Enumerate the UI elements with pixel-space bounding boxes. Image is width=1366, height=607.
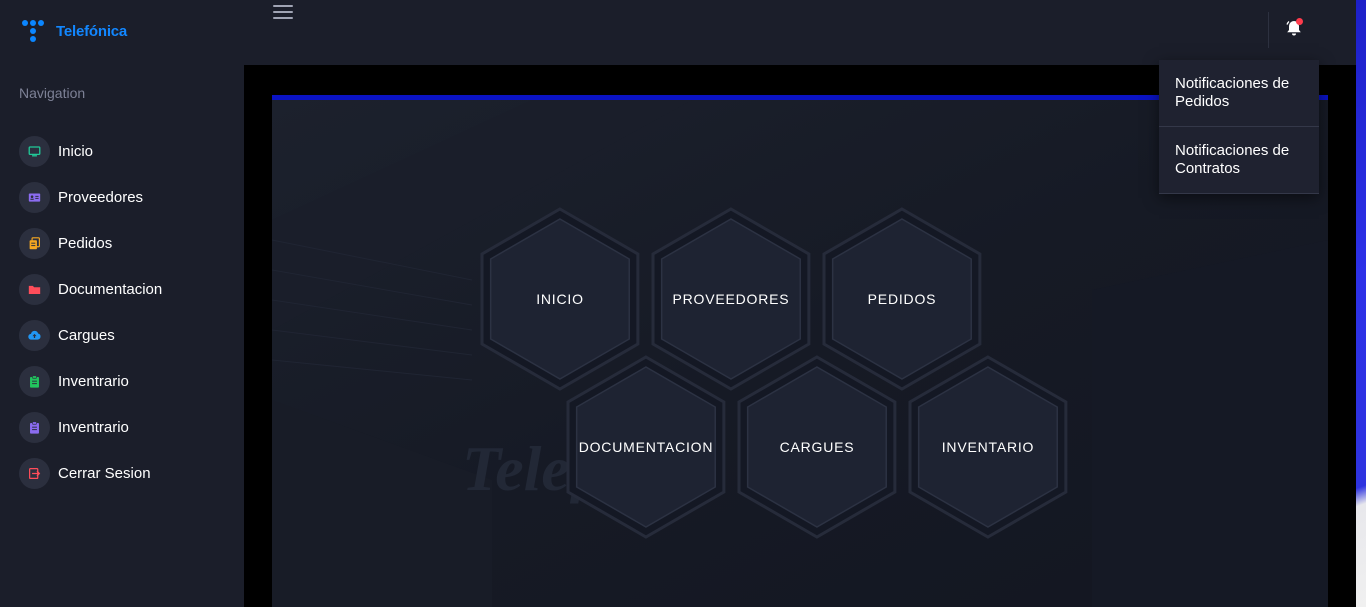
notification-badge [1296, 18, 1303, 25]
sidebar-item-cargues[interactable]: Cargues [19, 312, 162, 358]
clipboard-icon [19, 411, 50, 443]
sidebar-item-label: Cerrar Sesion [58, 464, 151, 482]
sidebar-item-proveedores[interactable]: Proveedores [19, 174, 162, 220]
hamburger-menu-icon[interactable] [273, 5, 293, 19]
topbar-divider [1268, 12, 1269, 48]
sidebar-item-inventrario[interactable]: Inventrario [19, 358, 162, 404]
sidebar-item-label: Documentacion [58, 280, 163, 298]
sidebar-item-documentacion[interactable]: Documentacion [19, 266, 162, 312]
logout-icon [19, 457, 50, 489]
notification-item-contratos[interactable]: Notificaciones de Contratos [1159, 127, 1319, 194]
sidebar: Telefónica Navigation Inicio Proveedores… [0, 0, 244, 607]
window-edge [1356, 0, 1366, 607]
sidebar-item-label: Cargues [58, 326, 115, 344]
sidebar-item-label: Inventrario [58, 418, 129, 436]
sidebar-item-label: Inventrario [58, 372, 129, 390]
cloud-upload-icon [19, 319, 50, 351]
hex-inventario[interactable]: INVENTARIO [908, 355, 1068, 539]
hex-documentacion[interactable]: DOCUMENTACION [566, 355, 726, 539]
sidebar-item-inventrario-2[interactable]: Inventrario [19, 404, 162, 450]
nav-list: Inicio Proveedores Pedidos Documentacion… [19, 128, 162, 496]
notifications-dropdown: Notificaciones de Pedidos Notificaciones… [1159, 60, 1319, 194]
brand-name: Telefónica [56, 22, 128, 40]
telefonica-logo-icon [22, 18, 52, 44]
telefonica-logo[interactable]: Telefónica [22, 18, 127, 44]
hex-cargues[interactable]: CARGUES [737, 355, 897, 539]
file-copy-icon [19, 227, 50, 259]
notification-item-pedidos[interactable]: Notificaciones de Pedidos [1159, 60, 1319, 127]
sidebar-item-label: Proveedores [58, 188, 144, 206]
monitor-icon [19, 135, 50, 167]
id-card-icon [19, 181, 50, 213]
clipboard-icon [19, 365, 50, 397]
sidebar-item-label: Pedidos [58, 234, 113, 252]
sidebar-item-cerrar-sesion[interactable]: Cerrar Sesion [19, 450, 162, 496]
sidebar-item-pedidos[interactable]: Pedidos [19, 220, 162, 266]
sidebar-item-label: Inicio [58, 142, 94, 160]
notification-bell-icon[interactable] [1284, 18, 1304, 38]
sidebar-item-inicio[interactable]: Inicio [19, 128, 162, 174]
top-bar [244, 0, 1356, 65]
folder-icon [19, 273, 50, 305]
nav-heading: Navigation [19, 85, 86, 101]
